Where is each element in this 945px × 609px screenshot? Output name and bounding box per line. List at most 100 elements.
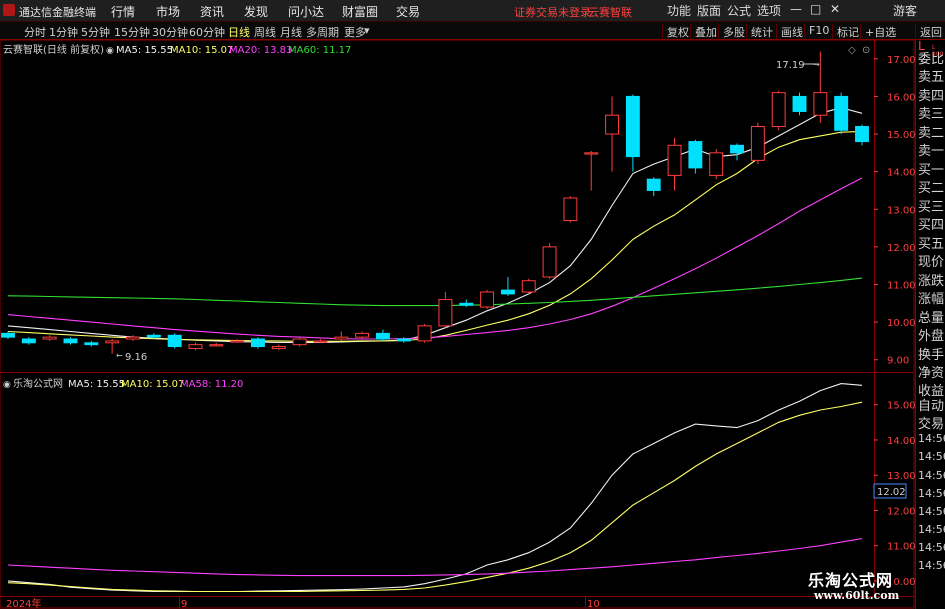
- menu-item-trade[interactable]: 交易: [396, 3, 420, 20]
- candle: [334, 331, 349, 341]
- main-axis-label: 15.00: [887, 130, 915, 141]
- settings-icon[interactable]: ◇: [848, 45, 856, 56]
- menu-item-news[interactable]: 资讯: [200, 3, 224, 20]
- candle: [667, 137, 682, 191]
- guest-label[interactable]: 游客: [893, 2, 917, 19]
- minimize-icon[interactable]: —: [790, 2, 802, 16]
- stats-button[interactable]: 统计: [746, 24, 773, 40]
- menu-item-ask[interactable]: 问小达: [288, 3, 324, 20]
- side-item[interactable]: 买二: [918, 177, 944, 196]
- side-item[interactable]: 总量: [918, 307, 944, 326]
- period-multi[interactable]: 多周期: [306, 24, 339, 40]
- main-axis-label: 10.00: [887, 318, 915, 329]
- period-5min[interactable]: 5分钟: [81, 24, 110, 40]
- side-item[interactable]: 14:56: [918, 487, 945, 500]
- sub-axis-label: 14.00: [887, 436, 915, 447]
- side-item[interactable]: 卖二: [918, 122, 944, 141]
- layout-button[interactable]: 版面: [697, 2, 721, 19]
- candle: [688, 139, 703, 174]
- side-item[interactable]: 买三: [918, 196, 944, 215]
- period-60min[interactable]: 60分钟: [189, 24, 225, 40]
- sub-axis-label: 15.00: [887, 401, 915, 412]
- candle: [271, 344, 286, 351]
- period-monthly[interactable]: 月线: [280, 24, 302, 40]
- side-item[interactable]: 交易: [918, 413, 944, 432]
- side-item[interactable]: 14:56: [918, 559, 945, 572]
- side-item[interactable]: 卖三: [918, 103, 944, 122]
- side-item[interactable]: 卖一: [918, 140, 944, 159]
- more-arrow-icon[interactable]: ▾: [364, 24, 370, 37]
- side-item[interactable]: 买四: [918, 214, 944, 233]
- main-axis-label: 16.00: [887, 92, 915, 103]
- menu-item-markets[interactable]: 市场: [156, 3, 180, 20]
- ma20-label: MA20: 13.83: [229, 45, 292, 56]
- period-intraday[interactable]: 分时: [24, 24, 46, 40]
- candle: [792, 92, 807, 116]
- candle-body: [396, 338, 411, 342]
- login-warning[interactable]: 证券交易未登录: [514, 4, 591, 20]
- kline-chart[interactable]: 云赛智联(日线 前复权) ◉ MA5: 15.55 MA10: 15.07 MA…: [0, 40, 915, 609]
- side-item[interactable]: 14:56: [918, 432, 945, 445]
- overlay-button[interactable]: 叠加: [690, 24, 717, 40]
- mark-button[interactable]: 标记: [832, 24, 859, 40]
- side-item[interactable]: 换手: [918, 344, 944, 363]
- side-item[interactable]: 14:56: [918, 469, 945, 482]
- menu-item-market[interactable]: 行情: [111, 3, 135, 20]
- period-toolbar: 分时 1分钟 5分钟 15分钟 30分钟 60分钟 日线 周线 月线 多周期 更…: [0, 22, 945, 40]
- candle-body: [855, 126, 869, 143]
- side-item[interactable]: 卖四: [918, 85, 944, 104]
- quote-side-panel: L L 000 委比 卖五 卖四 卖三 卖二 卖一 买一 买二 买三 买四 买五 现价 涨跌 涨幅 总量 外盘换…: [915, 39, 945, 609]
- side-item[interactable]: 外盘: [918, 325, 944, 344]
- chart-canvas[interactable]: 云赛智联(日线 前复权) ◉ MA5: 15.55 MA10: 15.07 MA…: [0, 40, 915, 609]
- candle-body: [459, 302, 474, 306]
- sub-axis-label: 11.00: [887, 542, 915, 553]
- side-item[interactable]: 净资: [918, 362, 944, 381]
- add-watchlist-button[interactable]: +自选: [860, 24, 896, 40]
- side-item[interactable]: 14:56: [918, 541, 945, 554]
- main-price-axis: 9.00 10.00 11.00 12.00 13.00 14.00 15.00 16.00 1…: [874, 55, 915, 367]
- candle: [542, 243, 557, 279]
- period-more[interactable]: 更多: [344, 24, 366, 40]
- menu-item-discover[interactable]: 发现: [244, 3, 268, 20]
- side-item[interactable]: 卖五: [918, 66, 944, 85]
- side-item[interactable]: 14:56: [918, 523, 945, 536]
- side-item[interactable]: 买五: [918, 233, 944, 252]
- formula-button[interactable]: 公式: [727, 2, 751, 19]
- side-item[interactable]: 自动: [918, 395, 944, 414]
- period-daily[interactable]: 日线: [228, 24, 250, 40]
- side-item[interactable]: 买一: [918, 159, 944, 178]
- function-button[interactable]: 功能: [667, 2, 691, 19]
- period-15min[interactable]: 15分钟: [114, 24, 150, 40]
- menu-item-wealth[interactable]: 财富圈: [342, 3, 378, 20]
- f10-button[interactable]: F10: [804, 24, 829, 37]
- period-1min[interactable]: 1分钟: [49, 24, 78, 40]
- low-annotation: ← 9.16: [116, 351, 147, 363]
- candle-body: [63, 338, 78, 344]
- options-button[interactable]: 选项: [757, 2, 781, 19]
- main-axis-label: 14.00: [887, 168, 915, 179]
- candle-body: [417, 325, 432, 342]
- restore-icon[interactable]: □: [810, 2, 821, 16]
- candle-body: [646, 178, 661, 191]
- draw-button[interactable]: 画线: [776, 24, 803, 40]
- back-button[interactable]: 返回: [915, 24, 942, 40]
- high-annotation: 17.19 →: [776, 60, 820, 71]
- candle: [126, 335, 140, 341]
- candle: [584, 150, 599, 191]
- ma10-label: MA10: 15.07: [170, 45, 233, 56]
- collapse-icon[interactable]: ⊙: [862, 45, 870, 56]
- side-item[interactable]: 现价: [918, 251, 944, 270]
- period-weekly[interactable]: 周线: [254, 24, 276, 40]
- candle: [42, 335, 57, 341]
- multi-stock-button[interactable]: 多股: [718, 24, 745, 40]
- side-item[interactable]: 涨跌: [918, 270, 944, 289]
- side-item[interactable]: 委比: [918, 48, 944, 67]
- close-icon[interactable]: ✕: [830, 2, 840, 16]
- adjust-button[interactable]: 复权: [662, 24, 689, 40]
- main-ma5-line: [7, 107, 863, 343]
- low-value-label: 9.16: [125, 352, 147, 363]
- side-item[interactable]: 14:56: [918, 450, 945, 463]
- period-30min[interactable]: 30分钟: [152, 24, 188, 40]
- side-item[interactable]: 14:56: [918, 505, 945, 518]
- side-item[interactable]: 涨幅: [918, 288, 944, 307]
